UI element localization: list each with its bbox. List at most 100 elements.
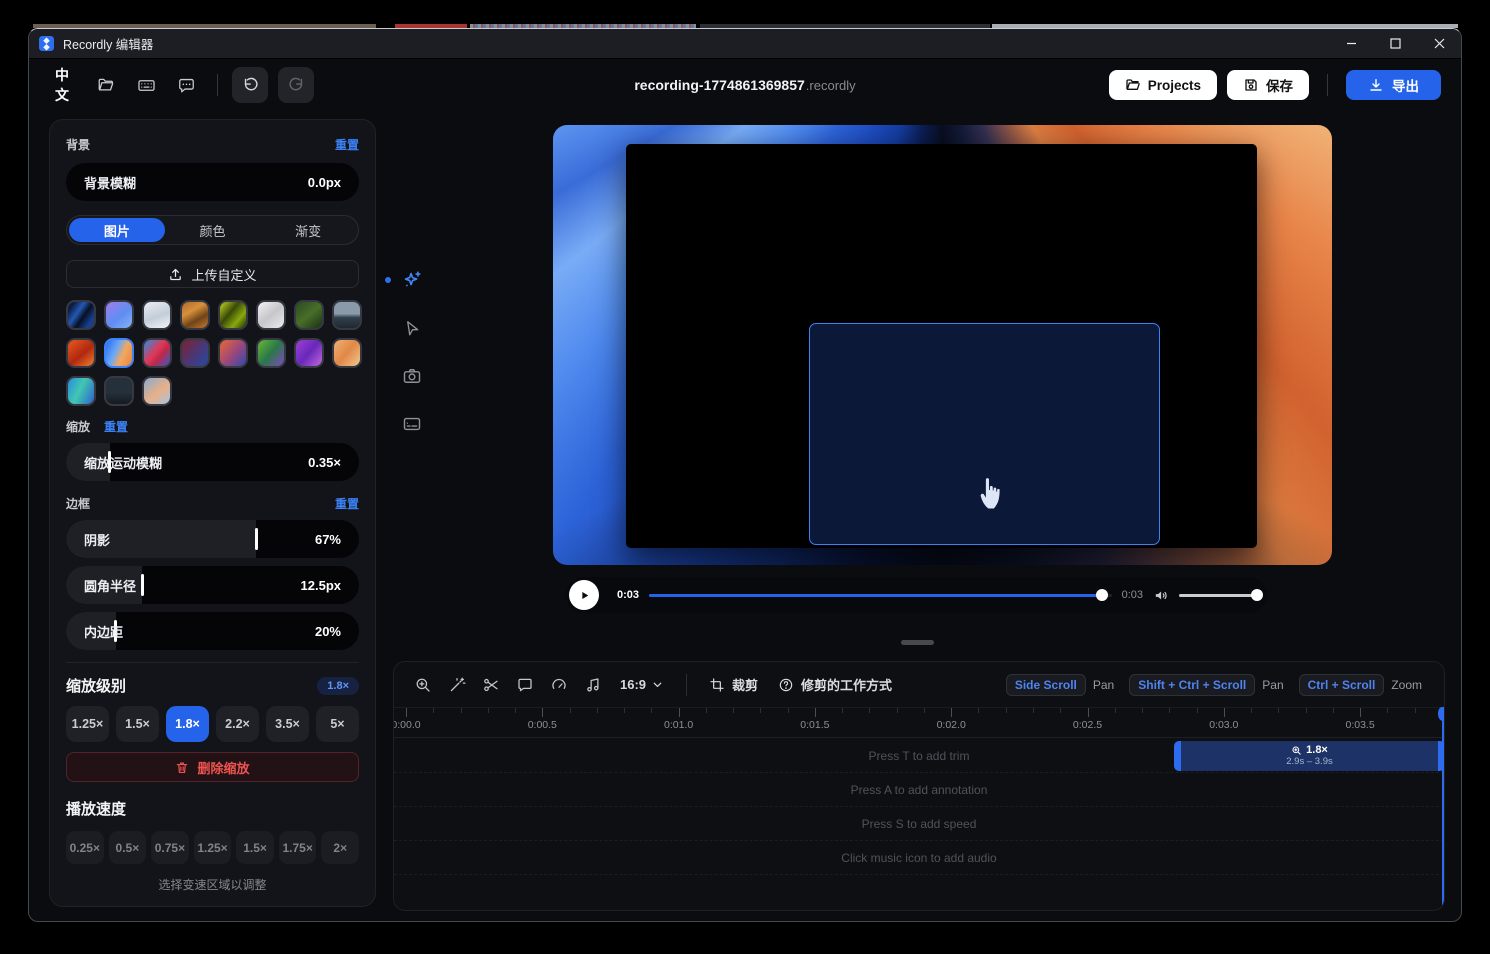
upload-custom-label: 上传自定义 xyxy=(191,265,256,284)
chevron-down-icon xyxy=(651,678,664,691)
background-thumbnail[interactable] xyxy=(294,300,324,330)
save-label: 保存 xyxy=(1266,75,1293,95)
background-thumbnail[interactable] xyxy=(218,338,248,368)
timeline-zoom-button[interactable] xyxy=(408,670,438,700)
background-reset-link[interactable]: 重置 xyxy=(335,136,359,153)
playhead-handle[interactable] xyxy=(1438,707,1445,721)
background-tab-0[interactable]: 图片 xyxy=(69,218,165,242)
background-thumbnail[interactable] xyxy=(256,338,286,368)
frame-slider-1[interactable]: 圆角半径12.5px xyxy=(66,566,359,604)
background-thumbnail[interactable] xyxy=(142,376,172,406)
music-button[interactable] xyxy=(578,670,608,700)
background-thumbnail[interactable] xyxy=(218,300,248,330)
ruler-major-tick xyxy=(542,708,543,717)
playback-speed-option-button[interactable]: 0.5× xyxy=(109,831,147,864)
zoom-target-region[interactable] xyxy=(809,323,1160,545)
seek-bar[interactable] xyxy=(649,589,1112,601)
frame-slider-0[interactable]: 阴影67% xyxy=(66,520,359,558)
crop-button[interactable]: 裁剪 xyxy=(701,675,766,694)
undo-button[interactable] xyxy=(232,67,268,103)
frame-reset-link[interactable]: 重置 xyxy=(335,495,359,512)
background-thumbnail[interactable] xyxy=(66,338,96,368)
zoom-reset-link[interactable]: 重置 xyxy=(104,418,128,435)
playback-speed-option-button[interactable]: 2× xyxy=(321,831,359,864)
playback-speed-option-button[interactable]: 1.25× xyxy=(194,831,232,864)
background-thumbnail[interactable] xyxy=(104,376,134,406)
projects-button[interactable]: Projects xyxy=(1109,70,1217,100)
background-thumbnail[interactable] xyxy=(256,300,286,330)
trim-help-button[interactable]: 修剪的工作方式 xyxy=(770,675,900,694)
background-thumbnail[interactable] xyxy=(180,300,210,330)
annotation-button[interactable] xyxy=(510,670,540,700)
camera-tool[interactable] xyxy=(401,365,423,387)
playhead-line[interactable] xyxy=(1442,708,1445,908)
zoom-level-option-button[interactable]: 1.8× xyxy=(166,706,209,742)
zoom-segment[interactable]: 1.8× 2.9s – 3.9s xyxy=(1174,741,1445,771)
timeline-ruler[interactable]: 0:00.00:00.50:01.00:01.50:02.00:02.50:03… xyxy=(394,708,1444,738)
zoom-motion-blur-slider[interactable]: 缩放运动模糊0.35× xyxy=(66,443,359,481)
timeline-lane[interactable]: Click music icon to add audio xyxy=(394,841,1444,875)
open-project-button[interactable] xyxy=(89,68,123,102)
auto-zoom-button[interactable] xyxy=(442,670,472,700)
frame-section-title: 边框 xyxy=(66,495,90,512)
background-thumbnail[interactable] xyxy=(332,300,362,330)
close-icon xyxy=(1434,38,1445,49)
playback-speed-option-button[interactable]: 1.75× xyxy=(279,831,317,864)
playback-speed-option-button[interactable]: 0.75× xyxy=(151,831,189,864)
zoom-segment-range: 2.9s – 3.9s xyxy=(1286,757,1332,768)
frame-slider-2-label: 内边距 xyxy=(84,612,123,650)
seek-handle[interactable] xyxy=(1096,589,1108,601)
delete-zoom-button[interactable]: 删除缩放 xyxy=(66,752,359,782)
zoom-level-option-button[interactable]: 3.5× xyxy=(266,706,309,742)
background-thumbnail[interactable] xyxy=(180,338,210,368)
cut-button[interactable] xyxy=(476,670,506,700)
trim-help-label: 修剪的工作方式 xyxy=(801,675,892,694)
timeline-lane[interactable]: Press S to add speed xyxy=(394,807,1444,841)
frame-slider-0-handle[interactable] xyxy=(255,528,258,550)
cursor-tool[interactable] xyxy=(401,317,423,339)
shortcuts-button[interactable] xyxy=(129,68,163,102)
background-blur-slider[interactable]: 背景模糊0.0px xyxy=(66,163,359,201)
maximize-button[interactable] xyxy=(1373,29,1417,58)
video-preview[interactable] xyxy=(553,125,1332,565)
playback-speed-option-button[interactable]: 1.5× xyxy=(236,831,274,864)
zoom-effect-tool[interactable] xyxy=(401,269,423,291)
background-thumbnail[interactable] xyxy=(294,338,324,368)
speed-button[interactable] xyxy=(544,670,574,700)
background-tab-1[interactable]: 颜色 xyxy=(165,218,261,242)
volume-slider[interactable] xyxy=(1179,589,1257,601)
close-button[interactable] xyxy=(1417,29,1461,58)
volume-handle[interactable] xyxy=(1251,589,1263,601)
background-thumbnail[interactable] xyxy=(66,376,96,406)
background-thumbnail[interactable] xyxy=(66,300,96,330)
redo-icon xyxy=(288,77,305,94)
zoom-level-option-button[interactable]: 1.25× xyxy=(66,706,109,742)
aspect-ratio-selector[interactable]: 16:9 xyxy=(612,677,672,692)
background-thumbnail[interactable] xyxy=(332,338,362,368)
edit-tool-rail xyxy=(401,269,423,435)
background-tab-2[interactable]: 渐变 xyxy=(260,218,356,242)
save-button[interactable]: 保存 xyxy=(1227,70,1309,100)
frame-slider-1-handle[interactable] xyxy=(141,574,144,596)
panel-resize-handle[interactable] xyxy=(901,640,934,645)
upload-custom-button[interactable]: 上传自定义 xyxy=(66,260,359,288)
frame-slider-2[interactable]: 内边距20% xyxy=(66,612,359,650)
playback-speed-option-button[interactable]: 0.25× xyxy=(66,831,104,864)
play-button[interactable] xyxy=(569,580,599,610)
zoom-level-option-button[interactable]: 5× xyxy=(316,706,359,742)
background-thumbnail[interactable] xyxy=(104,338,134,368)
minimize-button[interactable] xyxy=(1329,29,1373,58)
export-button[interactable]: 导出 xyxy=(1346,70,1441,100)
magnifier-plus-icon xyxy=(414,676,432,694)
zoom-level-option-button[interactable]: 1.5× xyxy=(116,706,159,742)
redo-button[interactable] xyxy=(278,67,314,103)
feedback-button[interactable] xyxy=(169,68,203,102)
zoom-level-option-button[interactable]: 2.2× xyxy=(216,706,259,742)
background-thumbnail[interactable] xyxy=(142,300,172,330)
captions-tool[interactable] xyxy=(401,413,423,435)
timeline-lane[interactable]: Press A to add annotation xyxy=(394,773,1444,807)
background-thumbnail[interactable] xyxy=(142,338,172,368)
background-thumbnail[interactable] xyxy=(104,300,134,330)
language-button[interactable]: 中文 xyxy=(49,68,83,102)
speaker-icon[interactable] xyxy=(1153,587,1170,604)
